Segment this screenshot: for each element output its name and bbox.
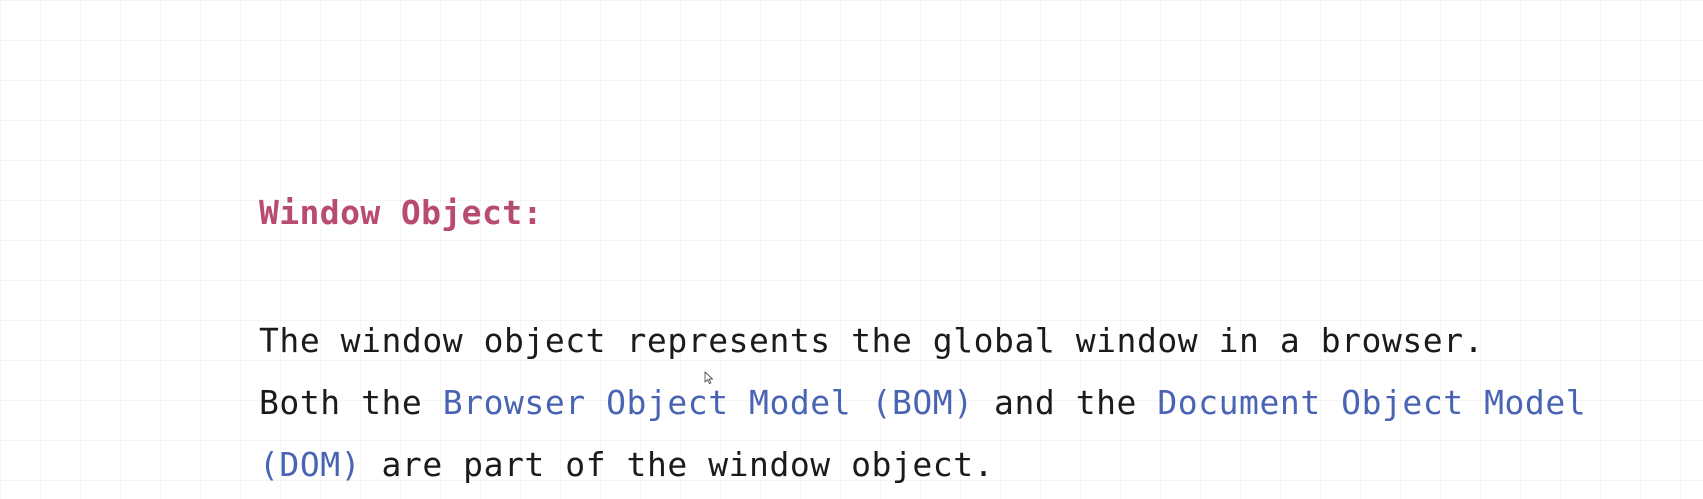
dom-term-part-2: (DOM) — [259, 445, 362, 484]
paragraph-line-2: Both the Browser Object Model (BOM) and … — [259, 372, 1679, 434]
line-2-middle-text: and the — [973, 383, 1158, 422]
whiteboard-canvas[interactable]: Window Object: The window object represe… — [0, 0, 1703, 499]
bom-term: Browser Object Model (BOM) — [442, 383, 974, 422]
paragraph-line-1: The window object represents the global … — [259, 310, 1679, 372]
line-1-text: The window object represents the global … — [259, 321, 1485, 360]
dom-term-part-1: Document Object Model — [1157, 383, 1587, 422]
line-3-after-text: are part of the window object. — [361, 445, 995, 484]
section-heading: Window Object: — [259, 193, 543, 232]
line-2-before-text: Both the — [259, 383, 443, 422]
mouse-cursor-icon — [704, 371, 714, 385]
description-paragraph: The window object represents the global … — [259, 310, 1679, 496]
paragraph-line-3: (DOM) are part of the window object. — [259, 434, 1679, 496]
